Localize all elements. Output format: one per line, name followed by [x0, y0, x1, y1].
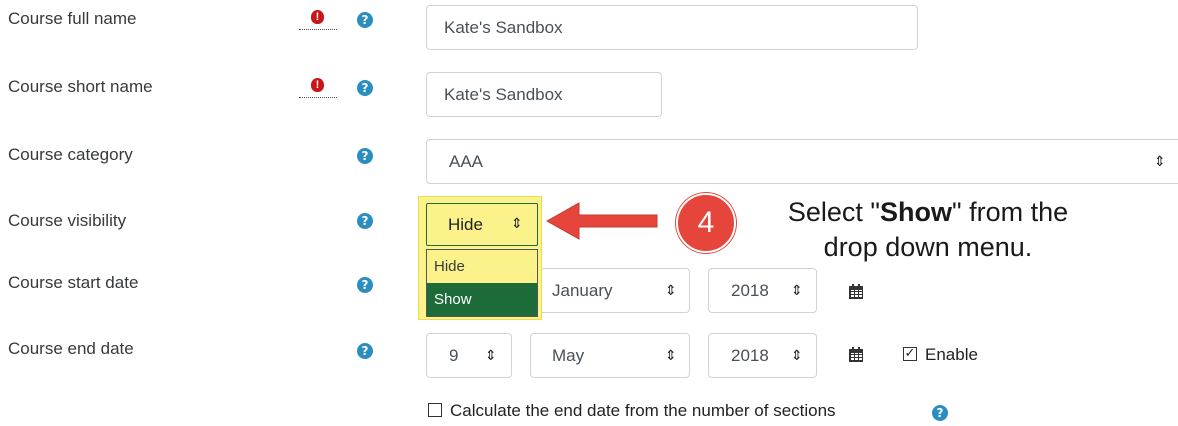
- up-down-caret-icon: ⇕: [665, 347, 677, 364]
- dropdown-option-hide[interactable]: Hide: [427, 250, 537, 283]
- calculate-end-date-checkbox[interactable]: [428, 403, 442, 417]
- start-year-select[interactable]: 2018 ⇕: [708, 268, 817, 313]
- end-year-select[interactable]: 2018 ⇕: [708, 333, 817, 378]
- help-icon[interactable]: ?: [357, 213, 373, 229]
- end-month-select[interactable]: May ⇕: [530, 333, 690, 378]
- help-icon[interactable]: ?: [357, 12, 373, 28]
- step-number-badge: 4: [676, 193, 736, 253]
- course-end-date-label: Course end date: [8, 339, 134, 358]
- start-month-select[interactable]: January ⇕: [530, 268, 690, 313]
- enable-label: Enable: [925, 345, 978, 364]
- course-start-date-label: Course start date: [8, 273, 139, 292]
- help-icon[interactable]: ?: [357, 80, 373, 96]
- help-icon[interactable]: ?: [357, 277, 373, 293]
- up-down-caret-icon: ⇕: [485, 347, 497, 364]
- calculate-end-date-label: Calculate the end date from the number o…: [450, 401, 836, 420]
- up-down-caret-icon: ⇕: [791, 347, 803, 364]
- calendar-icon[interactable]: [849, 284, 863, 299]
- annotation-line-1: Select "Show" from the: [787, 197, 1069, 227]
- help-icon[interactable]: ?: [357, 148, 373, 164]
- required-icon: !: [299, 78, 337, 98]
- annotation-line-2: drop down menu.: [823, 232, 1033, 262]
- help-icon[interactable]: ?: [357, 343, 373, 359]
- exclamation-circle-icon: !: [311, 10, 324, 24]
- enable-checkbox[interactable]: ✓: [903, 347, 917, 361]
- calendar-icon[interactable]: [849, 347, 863, 362]
- course-visibility-select[interactable]: Hide ⇕: [426, 203, 538, 246]
- left-arrow-icon: [545, 202, 658, 240]
- required-icon: !: [299, 10, 337, 30]
- up-down-caret-icon: ⇕: [665, 282, 677, 299]
- help-icon[interactable]: ?: [932, 405, 948, 421]
- dropdown-option-show[interactable]: Show: [427, 283, 537, 316]
- up-down-caret-icon: ⇕: [511, 216, 523, 232]
- course-category-select[interactable]: AAA ⇕: [426, 139, 1178, 184]
- course-full-name-input[interactable]: Kate's Sandbox: [426, 5, 918, 50]
- course-visibility-label: Course visibility: [8, 211, 127, 230]
- up-down-caret-icon: ⇕: [1154, 153, 1166, 170]
- course-short-name-label: Course short name: [8, 77, 153, 96]
- visibility-dropdown-list: Hide Show: [426, 249, 538, 317]
- course-short-name-input[interactable]: Kate's Sandbox: [426, 72, 662, 117]
- course-full-name-label: Course full name: [8, 9, 137, 28]
- end-day-select[interactable]: 9 ⇕: [426, 333, 512, 378]
- up-down-caret-icon: ⇕: [791, 282, 803, 299]
- course-category-label: Course category: [8, 145, 133, 164]
- exclamation-circle-icon: !: [311, 78, 324, 92]
